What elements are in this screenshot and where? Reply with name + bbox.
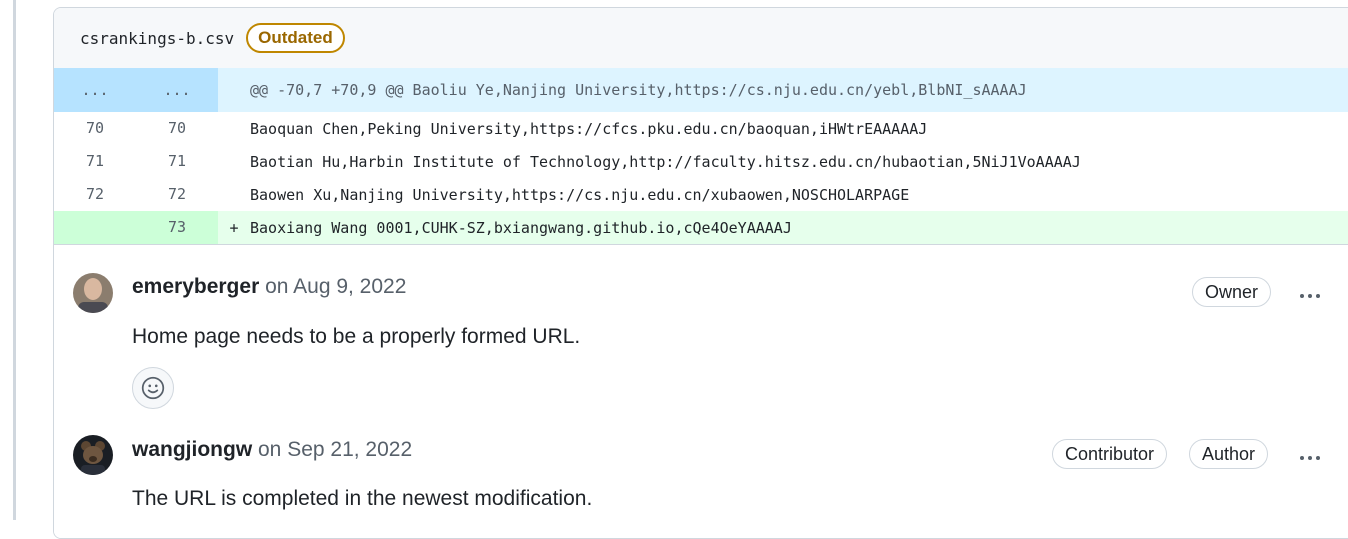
diff-line: 71 71 Baotian Hu,Harbin Institute of Tec… xyxy=(54,145,1348,178)
outdated-badge: Outdated xyxy=(246,23,345,53)
more-dot-icon xyxy=(1308,294,1312,298)
diff-line-text: Baoxiang Wang 0001,CUHK-SZ,bxiangwang.gi… xyxy=(250,218,792,237)
comment-header: wangjiongw on Sep 21, 2022 xyxy=(132,438,412,462)
timeline-line xyxy=(13,0,16,520)
more-dot-icon xyxy=(1316,294,1320,298)
comment-header: emeryberger on Aug 9, 2022 xyxy=(132,275,406,299)
new-line-number[interactable]: 73 xyxy=(136,211,218,244)
old-line-number[interactable] xyxy=(54,211,136,244)
diff-marker-added: + xyxy=(229,218,239,237)
comment-date[interactable]: on Aug 9, 2022 xyxy=(265,275,406,298)
comment-author[interactable]: wangjiongw xyxy=(132,438,252,461)
diff-table: ... ... @@ -70,7 +70,9 @@ Baoliu Ye,Nanj… xyxy=(54,68,1348,244)
diff-hunk-header: ... ... @@ -70,7 +70,9 @@ Baoliu Ye,Nanj… xyxy=(54,68,1348,112)
old-line-number[interactable]: 72 xyxy=(54,178,136,211)
comment-more-button[interactable] xyxy=(1293,448,1327,468)
file-header: csrankings-b.csv Outdated xyxy=(54,8,1348,68)
comment-author[interactable]: emeryberger xyxy=(132,275,259,298)
old-line-number[interactable]: 70 xyxy=(54,112,136,145)
diff-line: 72 72 Baowen Xu,Nanjing University,https… xyxy=(54,178,1348,211)
hunk-text: @@ -70,7 +70,9 @@ Baoliu Ye,Nanjing Univ… xyxy=(250,81,1027,99)
smiley-icon xyxy=(141,376,165,400)
avatar-photo-icon xyxy=(73,435,113,475)
avatar-photo-icon xyxy=(73,273,113,313)
diff-line: 70 70 Baoquan Chen,Peking University,htt… xyxy=(54,112,1348,145)
diff-line-added: 73 + Baoxiang Wang 0001,CUHK-SZ,bxiangwa… xyxy=(54,211,1348,244)
author-badge: Author xyxy=(1189,439,1269,469)
contributor-badge: Contributor xyxy=(1052,439,1168,469)
avatar[interactable] xyxy=(73,435,113,475)
diff-line-text: Baowen Xu,Nanjing University,https://cs.… xyxy=(250,185,910,204)
expand-new-line-number[interactable]: ... xyxy=(136,68,218,112)
new-line-number[interactable]: 70 xyxy=(136,112,218,145)
avatar[interactable] xyxy=(73,273,113,313)
comment-more-button[interactable] xyxy=(1293,286,1327,306)
expand-old-line-number[interactable]: ... xyxy=(54,68,136,112)
old-line-number[interactable]: 71 xyxy=(54,145,136,178)
diff-line-text: Baoquan Chen,Peking University,https://c… xyxy=(250,119,928,138)
more-dot-icon xyxy=(1300,456,1304,460)
comment-body: The URL is completed in the newest modif… xyxy=(132,487,593,510)
diff-line-text: Baotian Hu,Harbin Institute of Technolog… xyxy=(250,152,1081,171)
more-dot-icon xyxy=(1300,294,1304,298)
owner-badge: Owner xyxy=(1192,277,1272,307)
review-thread: csrankings-b.csv Outdated ... ... @@ -70… xyxy=(53,7,1348,539)
comment-list: emeryberger on Aug 9, 2022 Owner Home pa… xyxy=(54,244,1348,538)
file-name[interactable]: csrankings-b.csv xyxy=(80,29,234,48)
add-reaction-button[interactable] xyxy=(132,367,174,409)
comment-date[interactable]: on Sep 21, 2022 xyxy=(258,438,412,461)
more-dot-icon xyxy=(1316,456,1320,460)
comment-body: Home page needs to be a properly formed … xyxy=(132,325,581,348)
new-line-number[interactable]: 71 xyxy=(136,145,218,178)
more-dot-icon xyxy=(1308,456,1312,460)
new-line-number[interactable]: 72 xyxy=(136,178,218,211)
